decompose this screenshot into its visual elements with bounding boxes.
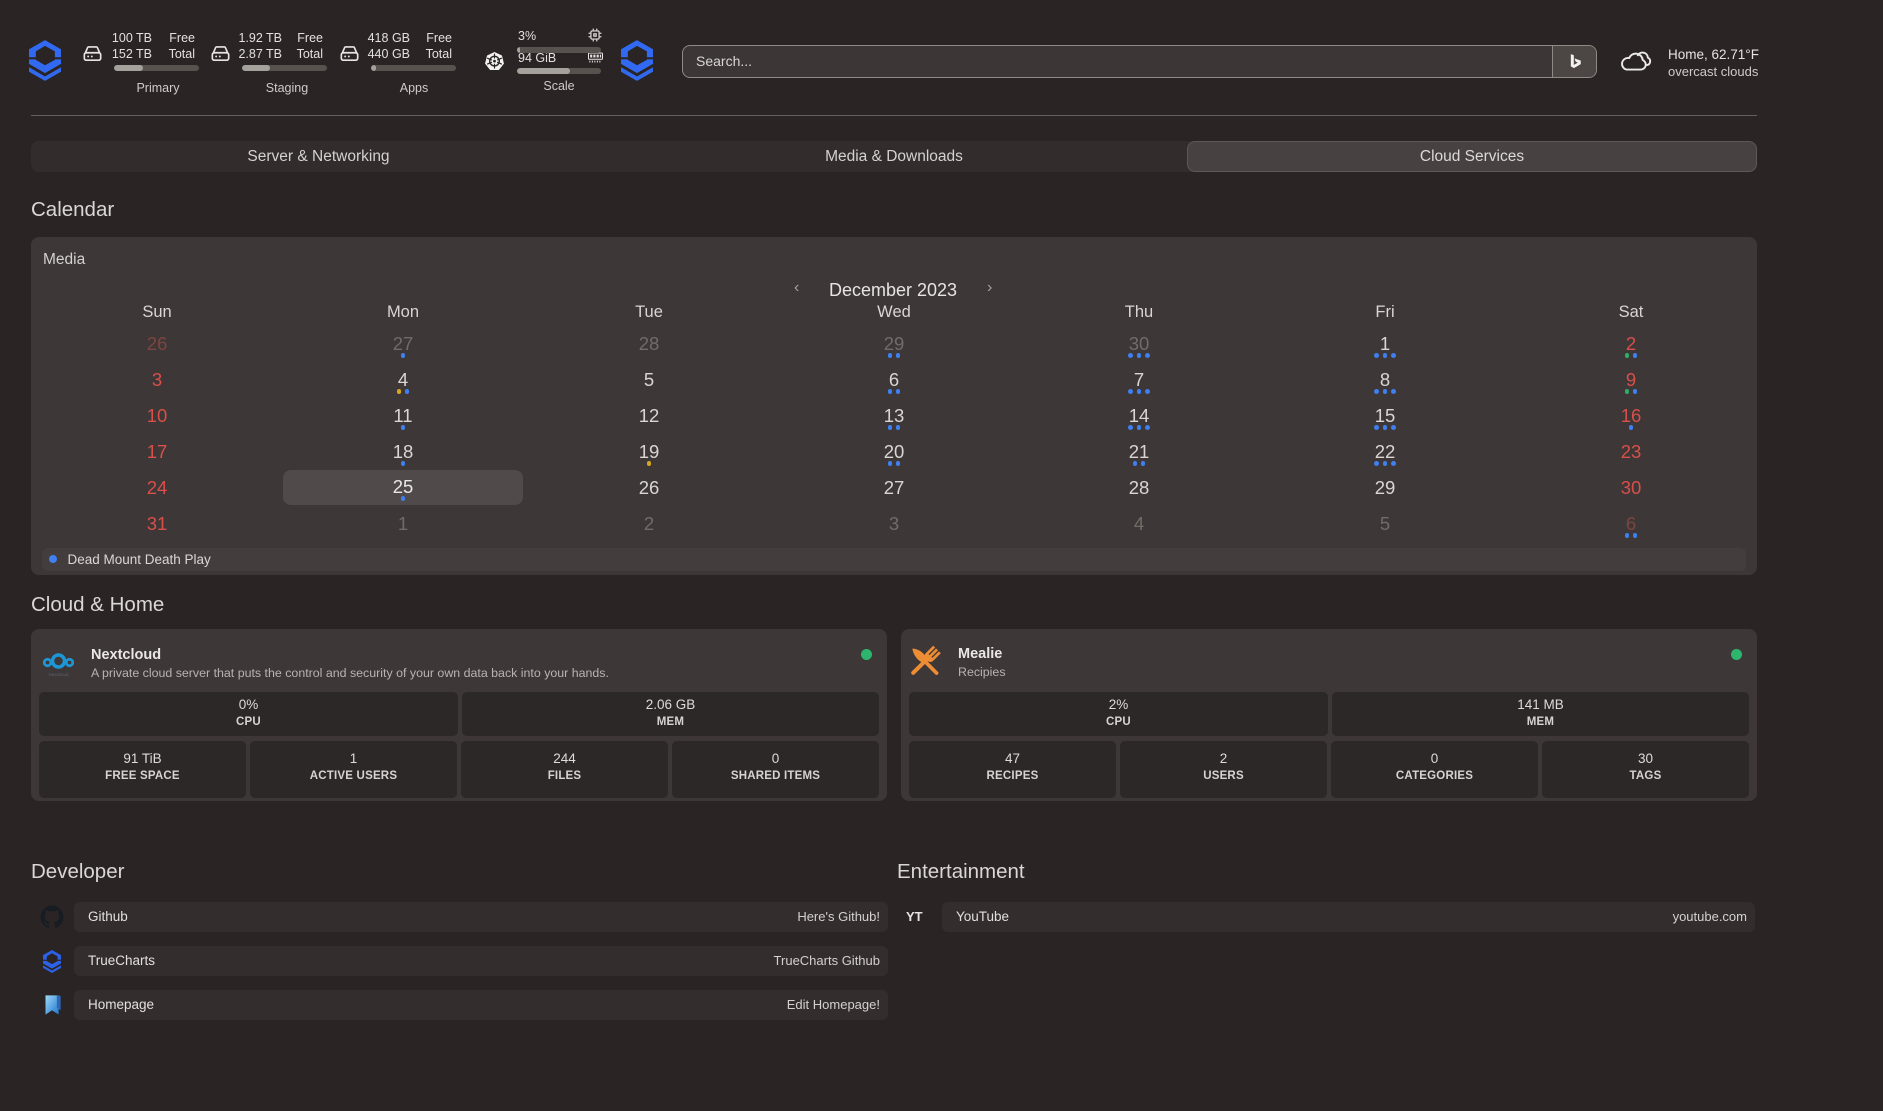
svg-text:Nextcloud: Nextcloud — [48, 672, 69, 677]
